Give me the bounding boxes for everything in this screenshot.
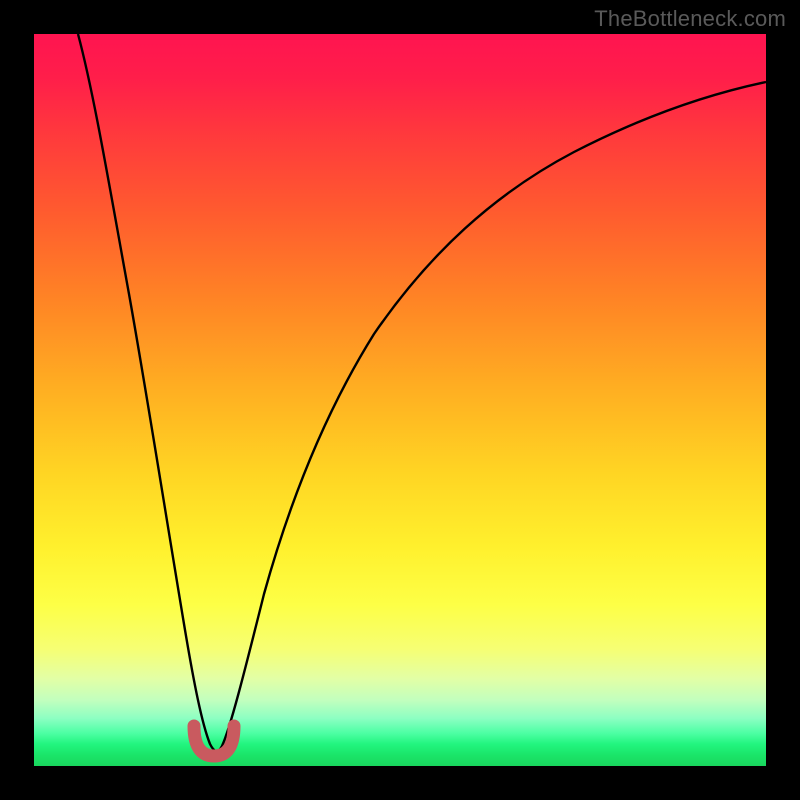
trough-marker [194, 726, 234, 756]
watermark-label: TheBottleneck.com [594, 6, 786, 32]
chart-frame: TheBottleneck.com [0, 0, 800, 800]
bottleneck-curve [78, 34, 766, 751]
curve-layer [34, 34, 766, 766]
plot-area [34, 34, 766, 766]
